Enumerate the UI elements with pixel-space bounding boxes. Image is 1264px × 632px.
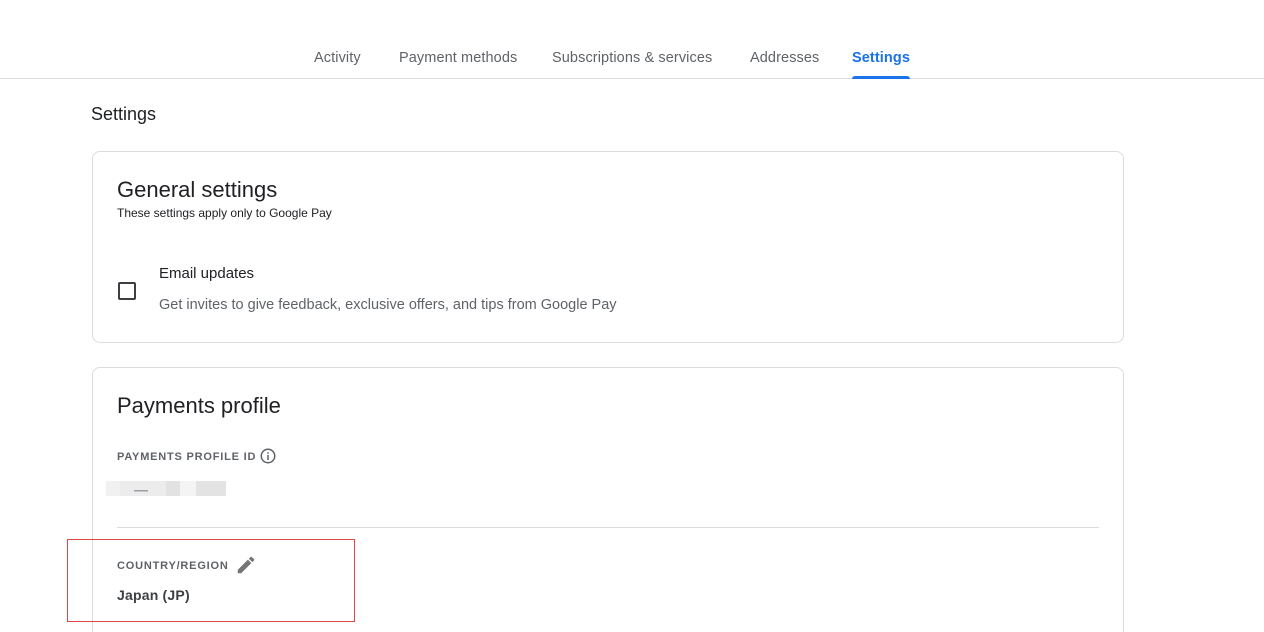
country-region-value: Japan (JP) xyxy=(117,587,190,603)
payments-profile-title: Payments profile xyxy=(117,393,281,418)
tab-subscriptions-services[interactable]: Subscriptions & services xyxy=(552,50,712,79)
country-region-label: COUNTRY/REGION xyxy=(117,560,229,572)
payments-profile-id-label: PAYMENTS PROFILE ID xyxy=(117,451,257,463)
general-settings-subtitle: These settings apply only to Google Pay xyxy=(117,206,332,220)
page-title: Settings xyxy=(91,104,157,124)
email-updates-label[interactable]: Email updates xyxy=(159,265,254,282)
tab-settings[interactable]: Settings xyxy=(852,50,910,79)
info-icon[interactable] xyxy=(259,447,277,465)
redacted-profile-id xyxy=(106,481,226,496)
page: Activity Payment methods Subscriptions &… xyxy=(0,0,1264,632)
general-settings-title: General settings xyxy=(117,177,278,202)
email-updates-description: Get invites to give feedback, exclusive … xyxy=(159,297,617,313)
tab-addresses[interactable]: Addresses xyxy=(750,50,819,79)
tab-payment-methods[interactable]: Payment methods xyxy=(399,50,517,79)
tab-activity[interactable]: Activity xyxy=(314,50,361,79)
email-updates-checkbox[interactable] xyxy=(118,282,136,300)
general-settings-card: General settings These settings apply on… xyxy=(92,151,1124,343)
edit-pencil-icon[interactable] xyxy=(235,554,257,576)
tab-bar: Activity Payment methods Subscriptions &… xyxy=(0,0,1264,79)
payments-profile-card: Payments profile PAYMENTS PROFILE ID COU… xyxy=(92,367,1124,632)
profile-divider xyxy=(117,527,1099,528)
